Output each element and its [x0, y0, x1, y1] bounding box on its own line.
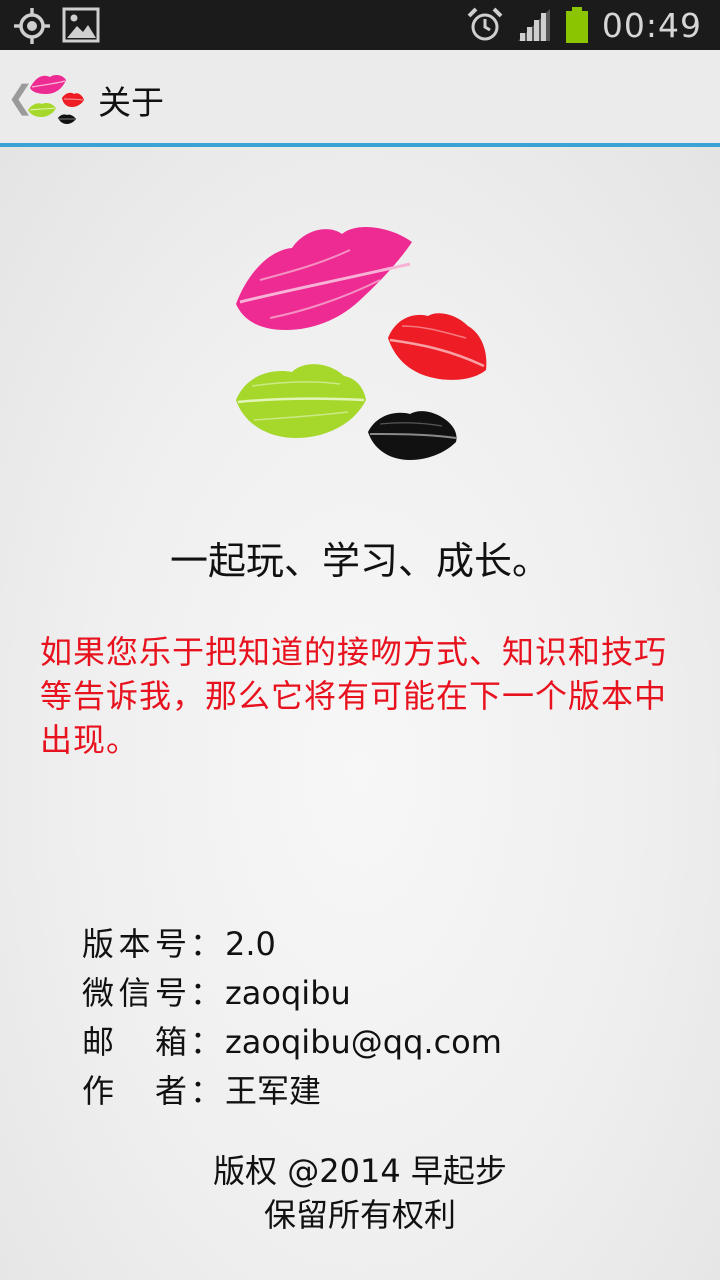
- status-time: 00:49: [601, 5, 702, 45]
- gps-icon: [14, 8, 50, 44]
- info-label: 邮箱: [82, 1023, 187, 1061]
- image-icon: [62, 7, 100, 43]
- info-label: 微信号: [82, 974, 187, 1012]
- lips-black: [368, 411, 457, 460]
- lips-pink: [236, 227, 412, 330]
- action-bar: ❮ 关于: [0, 50, 720, 147]
- wechat-value[interactable]: zaoqibu: [225, 974, 351, 1012]
- info-row-wechat: 微信号 ： zaoqibu: [82, 968, 682, 1017]
- about-content: 一起玩、学习、成长。 如果您乐于把知道的接吻方式、知识和技巧等告诉我，那么它将有…: [0, 147, 720, 1280]
- rights-line: 保留所有权利: [263, 1196, 456, 1234]
- status-left-icons: [12, 6, 100, 46]
- app-info: 版本号 ： 2.0 微信号 ： zaoqibu 邮箱 ： zaoqibu@qq.…: [82, 919, 682, 1115]
- info-label: 版本号: [82, 925, 187, 963]
- lips-green: [236, 364, 366, 438]
- battery-icon: [565, 7, 588, 43]
- copyright-line: 版权 @2014 早起步: [213, 1152, 507, 1190]
- app-logo-icon[interactable]: [26, 68, 86, 128]
- status-bar: 00:49: [0, 0, 720, 50]
- signal-icon: [517, 9, 550, 41]
- info-separator: ：: [189, 974, 222, 1012]
- slogan: 一起玩、学习、成长。: [169, 539, 550, 583]
- copyright: 版权 @2014 早起步 保留所有权利: [0, 1149, 720, 1237]
- info-row-author: 作者 ： 王军建: [82, 1066, 682, 1115]
- info-row-version: 版本号 ： 2.0: [82, 919, 682, 968]
- app-lips-black: [58, 114, 76, 124]
- alarm-icon: [467, 7, 503, 41]
- info-separator: ：: [189, 1023, 222, 1061]
- email-link[interactable]: zaoqibu@qq.com: [225, 1023, 502, 1061]
- app-lips-red: [62, 92, 84, 107]
- author-value: 王军建: [225, 1072, 322, 1110]
- lips-red: [388, 313, 487, 380]
- page-title: 关于: [98, 83, 164, 122]
- app-lips-pink: [30, 75, 66, 94]
- version-value: 2.0: [225, 925, 276, 963]
- info-separator: ：: [189, 925, 222, 963]
- info-separator: ：: [189, 1072, 222, 1110]
- lips-logo-icon: [236, 227, 487, 460]
- app-lips-green: [28, 103, 56, 117]
- info-row-email: 邮箱 ： zaoqibu@qq.com: [82, 1017, 682, 1066]
- info-label: 作者: [82, 1072, 187, 1110]
- invite-message: 如果您乐于把知道的接吻方式、知识和技巧等告诉我，那么它将有可能在下一个版本中出现…: [40, 633, 668, 759]
- status-right-icons: 00:49: [466, 0, 702, 50]
